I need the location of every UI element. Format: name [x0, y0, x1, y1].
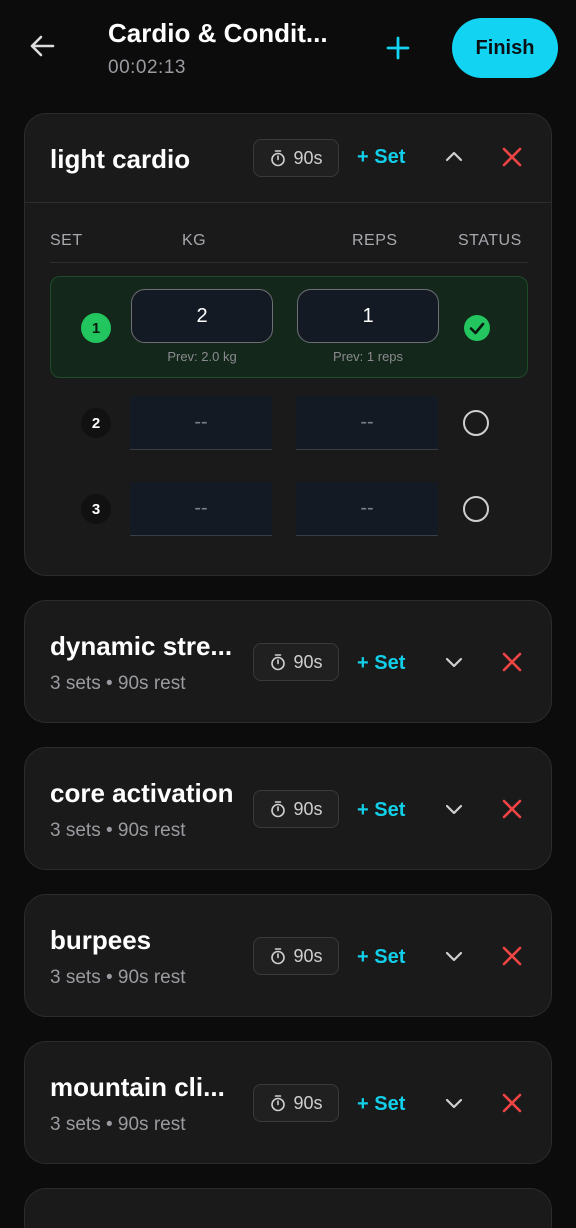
close-icon — [502, 652, 522, 672]
exercise-summary: 3 sets • 90s rest — [50, 1114, 186, 1135]
column-divider — [50, 262, 528, 263]
kg-input[interactable]: 2 — [131, 289, 273, 343]
stopwatch-icon — [271, 948, 286, 965]
add-set-button[interactable]: + Set — [357, 799, 405, 822]
exercise-card[interactable]: core activation 3 sets • 90s rest 90s + … — [24, 747, 552, 870]
workout-title: Cardio & Condit... — [108, 18, 328, 48]
expand-button[interactable] — [439, 1088, 469, 1118]
rest-duration: 90s — [293, 147, 323, 168]
stopwatch-icon — [271, 150, 286, 167]
exercise-card[interactable] — [24, 1188, 552, 1228]
expand-button[interactable] — [439, 794, 469, 824]
set-row: 3 -- -- — [50, 470, 528, 540]
arrow-left-icon — [30, 35, 55, 57]
chevron-up-icon — [445, 151, 463, 162]
exercise-name: light cardio — [50, 144, 191, 174]
rest-duration: 90s — [293, 651, 323, 672]
workout-header: Cardio & Condit... 00:02:13 Finish — [0, 0, 576, 100]
empty-circle-icon — [463, 496, 489, 522]
column-header-status: STATUS — [458, 232, 522, 249]
set-complete-toggle[interactable] — [463, 314, 491, 342]
exercise-name: dynamic stre... — [50, 631, 233, 661]
reps-input[interactable]: 1 — [297, 289, 439, 343]
set-row: 1 2 Prev: 2.0 kg 1 Prev: 1 reps — [50, 276, 528, 378]
add-exercise-button[interactable] — [380, 30, 416, 66]
reps-input[interactable]: -- — [296, 396, 438, 450]
column-header-set: SET — [50, 232, 83, 249]
workout-timer: 00:02:13 — [108, 57, 186, 78]
exercise-name: burpees — [50, 925, 152, 955]
check-circle-icon — [464, 315, 490, 341]
set-complete-toggle[interactable] — [462, 495, 490, 523]
add-set-button[interactable]: + Set — [357, 1093, 405, 1116]
chevron-down-icon — [445, 804, 463, 815]
remove-exercise-button[interactable] — [497, 1088, 527, 1118]
add-set-button[interactable]: + Set — [357, 946, 405, 969]
remove-exercise-button[interactable] — [497, 647, 527, 677]
remove-exercise-button[interactable] — [497, 941, 527, 971]
chevron-down-icon — [445, 1098, 463, 1109]
exercise-card: light cardio 90s + Set SET KG REPS STATU… — [24, 113, 552, 576]
close-icon — [502, 147, 522, 167]
rest-duration: 90s — [293, 945, 323, 966]
kg-input[interactable]: -- — [130, 482, 272, 536]
chevron-down-icon — [445, 951, 463, 962]
column-header-reps: REPS — [352, 232, 398, 249]
finish-button[interactable]: Finish — [452, 18, 558, 78]
set-number: 2 — [81, 408, 111, 438]
exercise-card[interactable]: mountain cli... 3 sets • 90s rest 90s + … — [24, 1041, 552, 1164]
rest-duration: 90s — [293, 1092, 323, 1113]
prev-kg: Prev: 2.0 kg — [167, 349, 237, 364]
plus-icon — [386, 36, 410, 60]
prev-reps: Prev: 1 reps — [332, 349, 404, 364]
set-complete-toggle[interactable] — [462, 409, 490, 437]
set-number: 3 — [81, 494, 111, 524]
rest-duration: 90s — [293, 798, 323, 819]
exercise-summary: 3 sets • 90s rest — [50, 967, 186, 988]
reps-input[interactable]: -- — [296, 482, 438, 536]
exercise-summary: 3 sets • 90s rest — [50, 820, 186, 841]
card-divider — [25, 202, 551, 203]
close-icon — [502, 1093, 522, 1113]
expand-button[interactable] — [439, 647, 469, 677]
set-number: 1 — [81, 313, 111, 343]
exercise-name: mountain cli... — [50, 1072, 225, 1102]
chevron-down-icon — [445, 657, 463, 668]
close-icon — [502, 946, 522, 966]
exercise-card-header[interactable]: light cardio 90s + Set — [25, 114, 551, 202]
exercise-summary: 3 sets • 90s rest — [50, 673, 186, 694]
exercise-card[interactable]: burpees 3 sets • 90s rest 90s + Set — [24, 894, 552, 1017]
remove-exercise-button[interactable] — [497, 794, 527, 824]
empty-circle-icon — [463, 410, 489, 436]
add-set-button[interactable]: + Set — [357, 652, 405, 675]
rest-timer-button[interactable]: 90s — [253, 643, 339, 681]
remove-exercise-button[interactable] — [497, 142, 527, 172]
rest-timer-button[interactable]: 90s — [253, 1084, 339, 1122]
stopwatch-icon — [271, 654, 286, 671]
rest-timer-button[interactable]: 90s — [253, 937, 339, 975]
add-set-button[interactable]: + Set — [357, 146, 405, 169]
back-button[interactable] — [24, 28, 60, 64]
expand-button[interactable] — [439, 941, 469, 971]
kg-input[interactable]: -- — [130, 396, 272, 450]
rest-timer-button[interactable]: 90s — [253, 790, 339, 828]
stopwatch-icon — [271, 801, 286, 818]
exercise-card[interactable]: dynamic stre... 3 sets • 90s rest 90s + … — [24, 600, 552, 723]
rest-timer-button[interactable]: 90s — [253, 139, 339, 177]
set-row: 2 -- -- — [50, 384, 528, 454]
stopwatch-icon — [271, 1095, 286, 1112]
collapse-button[interactable] — [439, 142, 469, 172]
column-header-kg: KG — [182, 232, 207, 249]
title-block: Cardio & Condit... 00:02:13 — [108, 18, 348, 79]
close-icon — [502, 799, 522, 819]
exercise-name: core activation — [50, 778, 234, 808]
